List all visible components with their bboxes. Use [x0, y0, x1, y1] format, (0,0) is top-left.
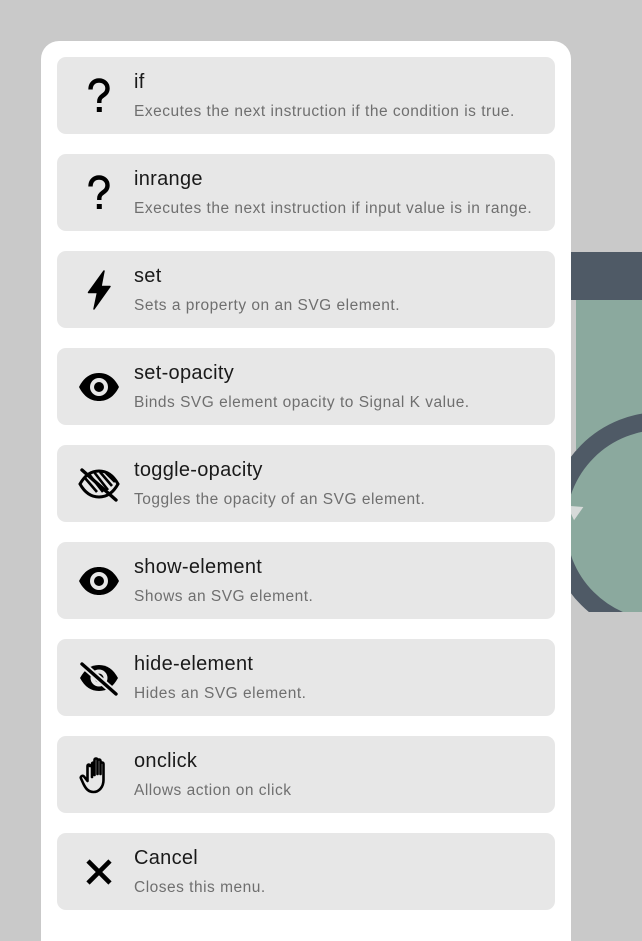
menu-item-show-element[interactable]: show-element Shows an SVG element. [57, 542, 555, 619]
close-icon [77, 850, 121, 894]
menu-item-inrange[interactable]: inrange Executes the next instruction if… [57, 154, 555, 231]
menu-item-title: if [134, 71, 145, 93]
menu-item-description: Hides an SVG element. [134, 685, 307, 702]
diagram-bar [560, 252, 642, 300]
menu-item-title: show-element [134, 556, 263, 578]
menu-item-description: Executes the next instruction if input v… [134, 200, 533, 217]
menu-item-set-opacity[interactable]: set-opacity Binds SVG element opacity to… [57, 348, 555, 425]
eye-slash-icon [77, 656, 121, 700]
menu-item-title: Cancel [134, 847, 199, 869]
lightning-bolt-icon [77, 268, 121, 312]
menu-item-description: Toggles the opacity of an SVG element. [134, 491, 426, 508]
action-menu-sheet: if Executes the next instruction if the … [41, 41, 571, 941]
menu-item-title: set [134, 265, 162, 287]
background-diagram [560, 252, 642, 612]
menu-item-title: inrange [134, 168, 203, 190]
menu-item-hide-element[interactable]: hide-element Hides an SVG element. [57, 639, 555, 716]
menu-item-description: Sets a property on an SVG element. [134, 297, 400, 314]
eye-icon [77, 559, 121, 603]
menu-item-title: hide-element [134, 653, 254, 675]
hand-icon [77, 753, 121, 797]
menu-item-description: Executes the next instruction if the con… [134, 103, 515, 120]
menu-item-onclick[interactable]: onclick Allows action on click [57, 736, 555, 813]
menu-item-title: onclick [134, 750, 198, 772]
menu-item-title: set-opacity [134, 362, 235, 384]
eye-icon [77, 365, 121, 409]
eye-hatched-slash-icon [77, 462, 121, 506]
question-mark-icon [77, 74, 121, 118]
menu-item-description: Shows an SVG element. [134, 588, 314, 605]
menu-item-set[interactable]: set Sets a property on an SVG element. [57, 251, 555, 328]
menu-item-toggle-opacity[interactable]: toggle-opacity Toggles the opacity of an… [57, 445, 555, 522]
question-mark-icon [77, 171, 121, 215]
menu-item-description: Allows action on click [134, 782, 292, 799]
menu-item-description: Binds SVG element opacity to Signal K va… [134, 394, 470, 411]
menu-item-description: Closes this menu. [134, 879, 266, 896]
menu-item-if[interactable]: if Executes the next instruction if the … [57, 57, 555, 134]
menu-item-cancel[interactable]: Cancel Closes this menu. [57, 833, 555, 910]
menu-item-title: toggle-opacity [134, 459, 263, 481]
